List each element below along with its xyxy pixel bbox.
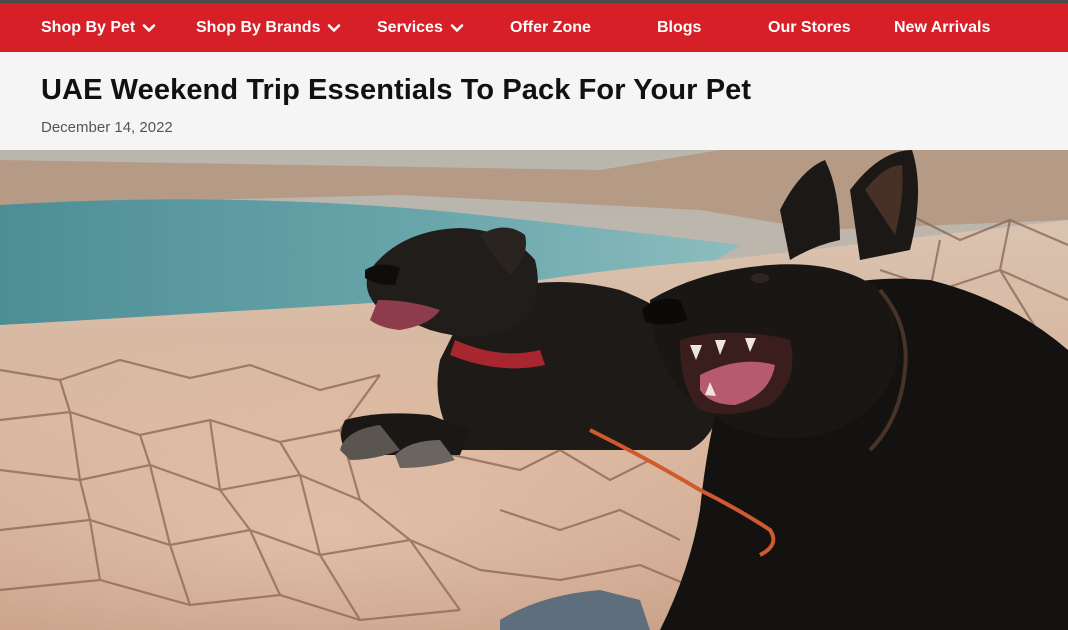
nav-item-offer-zone[interactable]: Offer Zone xyxy=(510,3,591,52)
photo-icon xyxy=(0,150,1068,630)
nav-item-label: New Arrivals xyxy=(894,18,991,36)
nav-item-label: Shop By Brands xyxy=(196,18,321,36)
nav-item-our-stores[interactable]: Our Stores xyxy=(768,3,851,52)
article-title: UAE Weekend Trip Essentials To Pack For … xyxy=(41,74,752,106)
chevron-down-icon xyxy=(141,20,157,36)
nav-item-blogs[interactable]: Blogs xyxy=(657,3,701,52)
hero-image xyxy=(0,150,1068,630)
nav-item-shop-by-brands[interactable]: Shop By Brands xyxy=(196,3,342,52)
nav-item-label: Shop By Pet xyxy=(41,18,136,36)
article-date: December 14, 2022 xyxy=(41,119,173,136)
article-header: UAE Weekend Trip Essentials To Pack For … xyxy=(0,52,1068,150)
chevron-down-icon xyxy=(449,20,465,36)
nav-item-label: Offer Zone xyxy=(510,18,591,36)
nav-item-label: Our Stores xyxy=(768,18,851,36)
chevron-down-icon xyxy=(326,20,342,36)
nav-item-new-arrivals[interactable]: New Arrivals xyxy=(894,3,990,52)
nav-item-services[interactable]: Services xyxy=(377,3,465,52)
nav-item-label: Blogs xyxy=(657,18,702,36)
nav-item-shop-by-pet[interactable]: Shop By Pet xyxy=(41,3,157,52)
main-navigation: Shop By Pet Shop By Brands Services Offe… xyxy=(0,3,1068,52)
nav-item-label: Services xyxy=(377,18,443,36)
